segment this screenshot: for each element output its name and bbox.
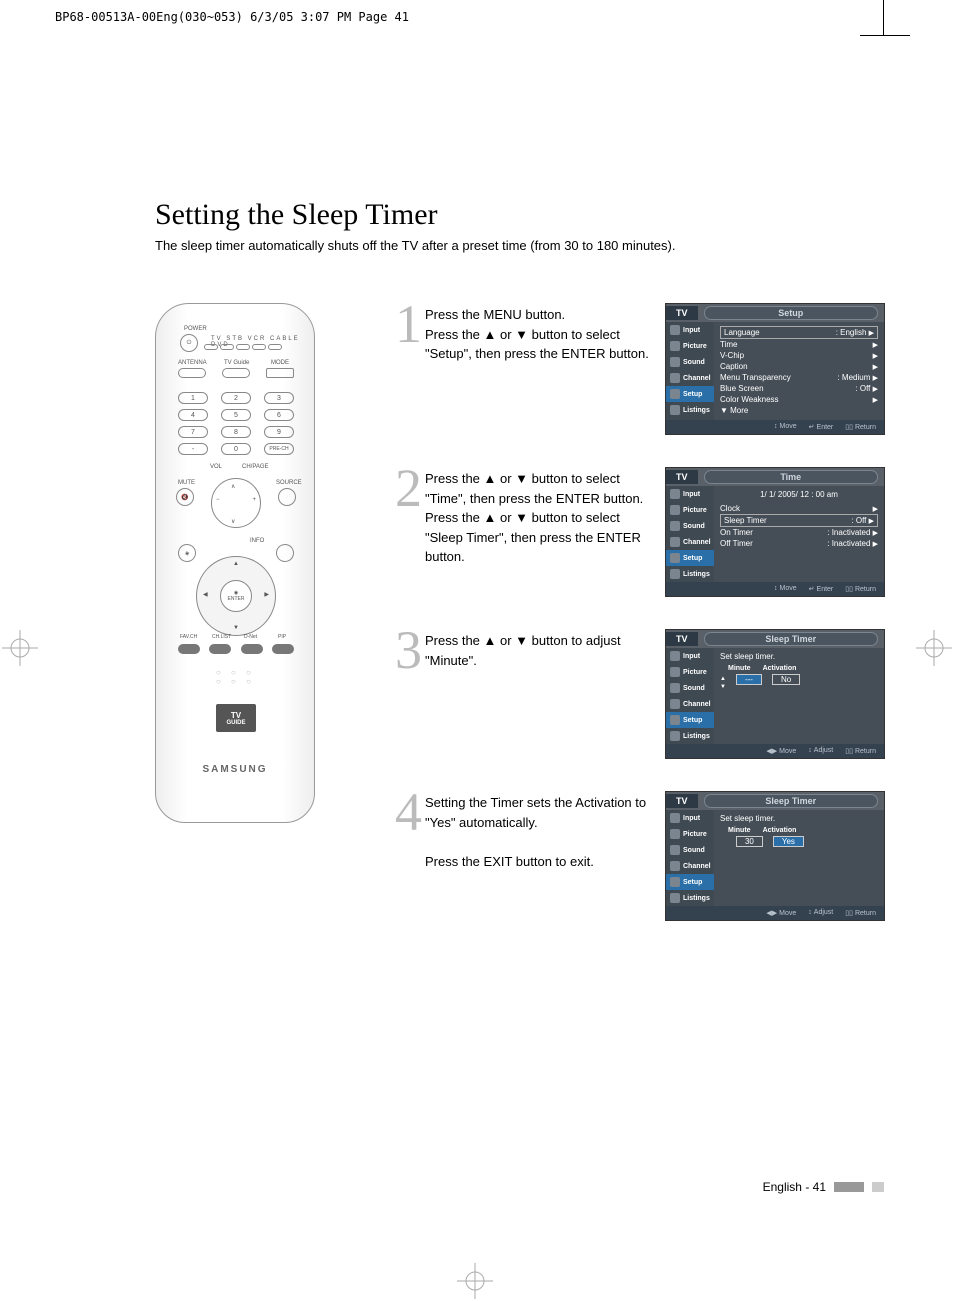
osd-side-item: Picture (666, 338, 714, 354)
registration-mark (0, 628, 40, 668)
crop-mark (883, 0, 884, 35)
osd-side-item: Sound (666, 518, 714, 534)
osd-side-item: Setup (666, 386, 714, 402)
step: 4 Setting the Timer sets the Activation … (395, 791, 885, 921)
osd-side-item: Channel (666, 370, 714, 386)
osd-screenshot: TVSleep Timer InputPictureSoundChannelSe… (665, 629, 885, 759)
step-text: Press the ▲ or ▼ button to select "Time"… (425, 467, 665, 567)
osd-side-item: Sound (666, 680, 714, 696)
osd-side-item: Listings (666, 402, 714, 418)
step: 2 Press the ▲ or ▼ button to select "Tim… (395, 467, 885, 597)
osd-side-item: Listings (666, 890, 714, 906)
osd-side-item: Sound (666, 354, 714, 370)
step: 1 Press the MENU button.Press the ▲ or ▼… (395, 303, 885, 435)
print-header: BP68-00513A-00Eng(030~053) 6/3/05 3:07 P… (55, 10, 409, 24)
osd-screenshot: TVSleep Timer InputPictureSoundChannelSe… (665, 791, 885, 921)
crop-mark (860, 35, 910, 36)
osd-side-item: Channel (666, 534, 714, 550)
osd-side-item: Channel (666, 696, 714, 712)
step-number: 1 (395, 303, 425, 346)
osd-side-item: Picture (666, 664, 714, 680)
enter-button: ◉ENTER (220, 580, 252, 612)
page-content: Setting the Sleep Timer The sleep timer … (155, 198, 885, 953)
osd-screenshot: TVSetup InputPictureSoundChannelSetupLis… (665, 303, 885, 435)
osd-side-item: Listings (666, 566, 714, 582)
number-pad: 123 456 789 -0PRE-CH (178, 392, 294, 460)
step-text: Setting the Timer sets the Activation to… (425, 791, 665, 871)
step-number: 4 (395, 791, 425, 834)
osd-side-item: Setup (666, 550, 714, 566)
step-number: 3 (395, 629, 425, 672)
osd-side-item: Sound (666, 842, 714, 858)
osd-side-item: Input (666, 648, 714, 664)
osd-side-item: Input (666, 810, 714, 826)
step-text: Press the ▲ or ▼ button to adjust "Minut… (425, 629, 665, 670)
osd-screenshot: TVTime InputPictureSoundChannelSetupList… (665, 467, 885, 597)
osd-side-item: Picture (666, 826, 714, 842)
page-subtitle: The sleep timer automatically shuts off … (155, 238, 885, 253)
step: 3 Press the ▲ or ▼ button to adjust "Min… (395, 629, 885, 759)
osd-side-item: Picture (666, 502, 714, 518)
osd-side-item: Setup (666, 874, 714, 890)
page-title: Setting the Sleep Timer (155, 198, 885, 232)
osd-side-item: Listings (666, 728, 714, 744)
osd-side-item: Input (666, 322, 714, 338)
step-number: 2 (395, 467, 425, 510)
brand-logo: SAMSUNG (156, 764, 314, 775)
tvguide-logo: TVGUIDE (216, 704, 256, 732)
registration-mark (455, 1261, 495, 1301)
remote-illustration: POWER ⏻ TV STB VCR CABLE DVD ANTENNA TV … (155, 303, 315, 823)
osd-side-item: Channel (666, 858, 714, 874)
power-icon: ⏻ (180, 334, 198, 352)
page-footer: English - 41 (763, 1180, 884, 1194)
registration-mark (914, 628, 954, 668)
step-text: Press the MENU button.Press the ▲ or ▼ b… (425, 303, 665, 364)
osd-side-item: Setup (666, 712, 714, 728)
osd-side-item: Input (666, 486, 714, 502)
